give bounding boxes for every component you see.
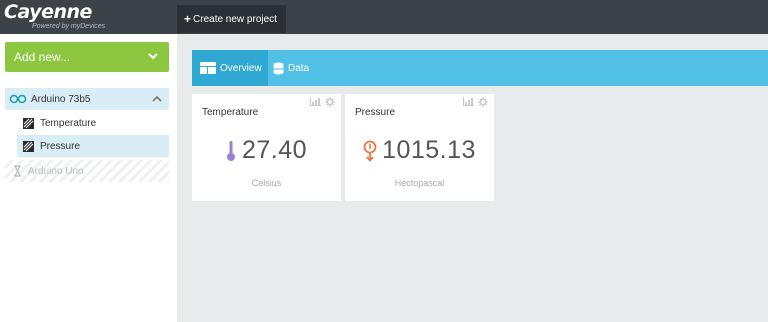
hourglass-icon [14,165,21,177]
brand-tagline: Powered by myDevices [32,23,106,30]
card-title: Pressure [355,107,396,118]
arduino-icon [9,94,27,104]
add-new-dropdown[interactable]: Add new... [5,42,169,72]
tab-overview[interactable]: Overview [192,50,268,86]
sensor-icon [23,117,34,129]
card-tools [310,97,335,107]
device-arduino-73b5[interactable]: Arduino 73b5 [5,88,169,110]
card-value-row: 1015.13 [345,136,494,165]
offline-device-label: Arduino Uno [28,165,84,177]
brand-name: Cayenne [4,1,92,23]
sensor-icon [23,140,34,152]
tab-data[interactable]: Data [273,50,323,86]
widget-card-pressure: Pressure 1015.13 Hectopascal [345,94,494,201]
sidebar: Add new... Arduino 73b5 Temperature Pres… [0,34,177,322]
card-value: 1015.13 [382,136,476,164]
sidebar-item-temperature[interactable]: Temperature [17,112,169,134]
chart-icon[interactable] [310,97,321,106]
dashboard-tab-bar: Overview Data [192,50,768,86]
plus-icon: + [184,12,192,26]
widget-card-temperature: Temperature 27.40 Celsius [192,94,341,201]
device-label: Arduino 73b5 [31,93,91,105]
tab-label: Overview [220,62,262,74]
card-value-row: 27.40 [192,136,341,165]
tab-label: Data [288,62,310,74]
barometer-icon [363,140,377,162]
create-project-button[interactable]: + Create new project [177,5,286,33]
cayenne-logo[interactable]: Cayenne Powered by myDevices [4,1,174,32]
device-arduino-uno[interactable]: Arduino Uno [5,160,169,182]
card-tools [463,97,488,107]
card-title: Temperature [202,107,259,118]
gear-icon[interactable] [478,97,488,107]
sidebar-item-pressure[interactable]: Pressure [17,135,169,157]
add-new-label: Add new... [14,50,71,64]
gear-icon[interactable] [325,97,335,107]
sidebar-item-label: Pressure [40,140,81,152]
dashboard-icon [200,62,216,74]
database-icon [273,62,284,74]
card-unit: Celsius [251,178,282,188]
chevron-up-icon[interactable] [151,93,163,105]
sidebar-item-label: Temperature [40,117,97,129]
thermometer-icon [226,140,235,161]
top-bar: Cayenne Powered by myDevices + Create ne… [0,0,768,34]
create-project-label: Create new project [193,13,277,25]
chevron-down-icon [148,53,158,60]
card-value: 27.40 [241,136,308,164]
chart-icon[interactable] [463,97,474,106]
card-unit: Hectopascal [394,178,445,188]
